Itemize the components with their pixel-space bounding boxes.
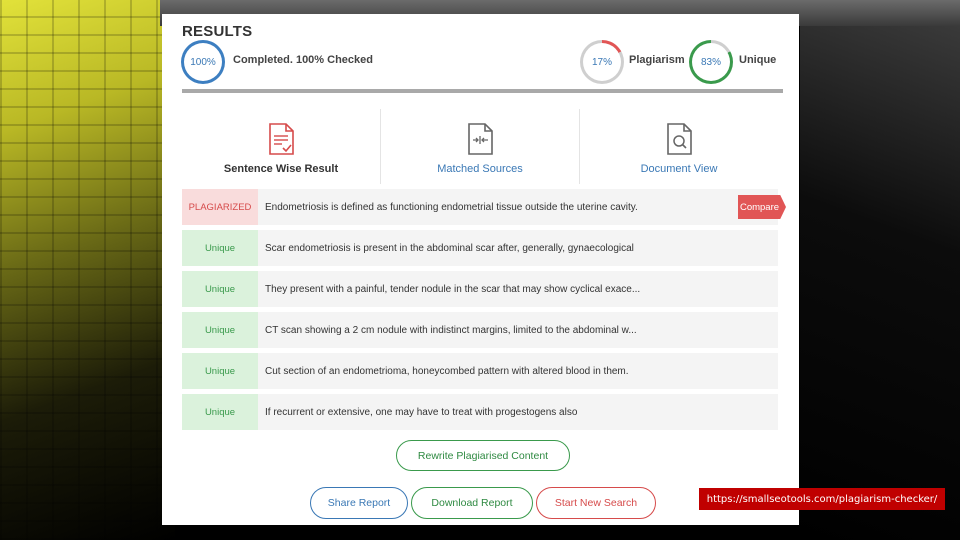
status-badge-unique: Unique (182, 312, 258, 348)
sentence-text: They present with a painful, tender nodu… (265, 283, 641, 295)
sentence-text: CT scan showing a 2 cm nodule with indis… (265, 324, 637, 336)
status-badge-unique: Unique (182, 271, 258, 307)
view-selector: Sentence Wise Result Matched Sources Doc… (182, 109, 778, 184)
sentence-text: Cut section of an endometrioma, honeycom… (265, 365, 629, 377)
page-title: RESULTS (182, 23, 253, 40)
header-divider (182, 89, 783, 93)
plagiarism-percent: 17% (591, 56, 612, 68)
unique-label: Unique (739, 54, 777, 66)
sentence-text: If recurrent or extensive, one may have … (265, 406, 578, 418)
result-row-unique: Unique They present with a painful, tend… (182, 271, 778, 307)
result-row-unique: Unique CT scan showing a 2 cm nodule wit… (182, 312, 778, 348)
tab-label: Matched Sources (437, 163, 523, 175)
result-row-unique: Unique Cut section of an endometrioma, h… (182, 353, 778, 389)
start-new-search-button[interactable]: Start New Search (536, 487, 656, 519)
unique-percent: 83% (700, 56, 721, 68)
compare-button[interactable]: Compare (738, 195, 786, 219)
status-badge-unique: Unique (182, 394, 258, 430)
completed-progress-ring: 100% (181, 40, 225, 84)
status-badge-unique: Unique (182, 353, 258, 389)
completed-label: Completed. 100% Checked (233, 54, 373, 66)
completed-percent: 100% (190, 56, 216, 68)
result-row-unique: Unique If recurrent or extensive, one ma… (182, 394, 778, 430)
plagiarism-label: Plagiarism (629, 54, 685, 66)
share-report-button[interactable]: Share Report (310, 487, 408, 519)
result-row-unique: Unique Scar endometriosis is present in … (182, 230, 778, 266)
unique-progress-ring: 83% (689, 40, 733, 84)
document-check-icon (269, 123, 294, 155)
background-right-decoration (800, 26, 960, 540)
rewrite-plagiarised-content-button[interactable]: Rewrite Plagiarised Content (396, 440, 570, 471)
download-report-button[interactable]: Download Report (411, 487, 533, 519)
sentence-results-list: PLAGIARIZED Endometriosis is defined as … (182, 189, 786, 435)
sentence-text: Endometriosis is defined as functioning … (265, 201, 638, 213)
sentence-text: Scar endometriosis is present in the abd… (265, 242, 634, 254)
status-badge-unique: Unique (182, 230, 258, 266)
source-url-caption: https://smallseotools.com/plagiarism-che… (699, 488, 945, 510)
plagiarism-progress-ring: 17% (580, 40, 624, 84)
background-left-decoration (0, 0, 175, 540)
document-search-icon (667, 123, 692, 155)
tab-label: Document View (640, 163, 718, 175)
results-panel: RESULTS 100% Completed. 100% Checked 17%… (162, 14, 799, 525)
document-compare-icon (468, 123, 493, 155)
tab-document-view[interactable]: Document View (579, 109, 778, 184)
tab-sentence-wise-result[interactable]: Sentence Wise Result (182, 109, 380, 184)
tab-matched-sources[interactable]: Matched Sources (380, 109, 579, 184)
status-badge-plagiarized: PLAGIARIZED (182, 189, 258, 225)
result-row-plagiarized: PLAGIARIZED Endometriosis is defined as … (182, 189, 786, 225)
tab-label: Sentence Wise Result (223, 163, 339, 175)
